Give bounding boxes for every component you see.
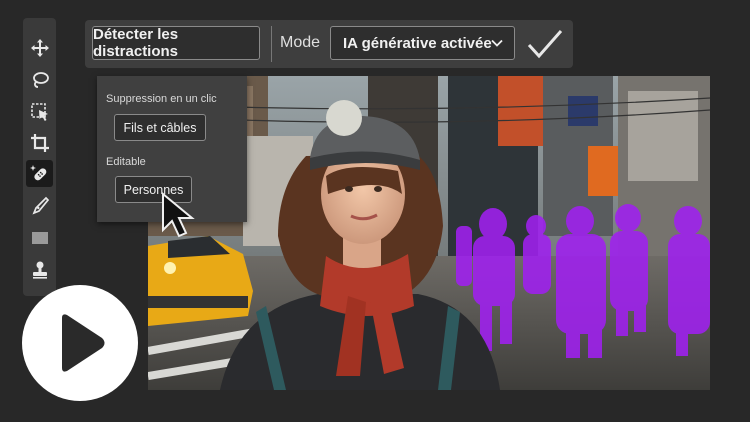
pen-icon	[31, 196, 49, 215]
healing-brush-icon	[29, 164, 46, 180]
checkmark-icon[interactable]	[526, 25, 564, 63]
rectangle-icon	[31, 231, 48, 244]
wires-and-cables-button[interactable]: Fils et câbles	[114, 114, 206, 141]
chevron-down-icon	[491, 39, 503, 47]
move-icon	[30, 38, 49, 57]
object-select-icon	[30, 102, 48, 121]
editable-title: Editable	[106, 156, 146, 168]
crop-icon	[30, 133, 49, 152]
one-click-removal-title: Suppression en un clic	[106, 93, 217, 105]
mode-value: IA générative activée	[343, 34, 492, 52]
play-button[interactable]	[22, 285, 138, 401]
lasso-tool[interactable]	[26, 66, 53, 93]
context-taskbar: Détecter les distractions Mode IA généra…	[85, 20, 573, 68]
mode-label: Mode	[280, 34, 321, 51]
lasso-icon	[32, 71, 49, 88]
detect-distractions-button[interactable]: Détecter les distractions	[92, 26, 260, 60]
healing-brush-tool[interactable]	[26, 160, 53, 187]
crop-tool[interactable]	[26, 129, 53, 156]
distractions-popover: Suppression en un clic Fils et câbles Ed…	[97, 76, 247, 238]
mode-dropdown[interactable]: IA générative activée	[330, 26, 515, 60]
stamp-tool[interactable]	[26, 256, 53, 283]
rectangle-tool[interactable]	[26, 224, 53, 251]
stamp-icon	[32, 261, 47, 279]
play-icon	[62, 314, 105, 372]
move-tool[interactable]	[26, 34, 53, 61]
object-select-tool[interactable]	[26, 98, 53, 125]
toolbar-divider	[271, 26, 272, 62]
tools-panel	[23, 18, 56, 296]
cursor-arrow-icon	[162, 192, 195, 238]
pen-tool[interactable]	[26, 192, 53, 219]
